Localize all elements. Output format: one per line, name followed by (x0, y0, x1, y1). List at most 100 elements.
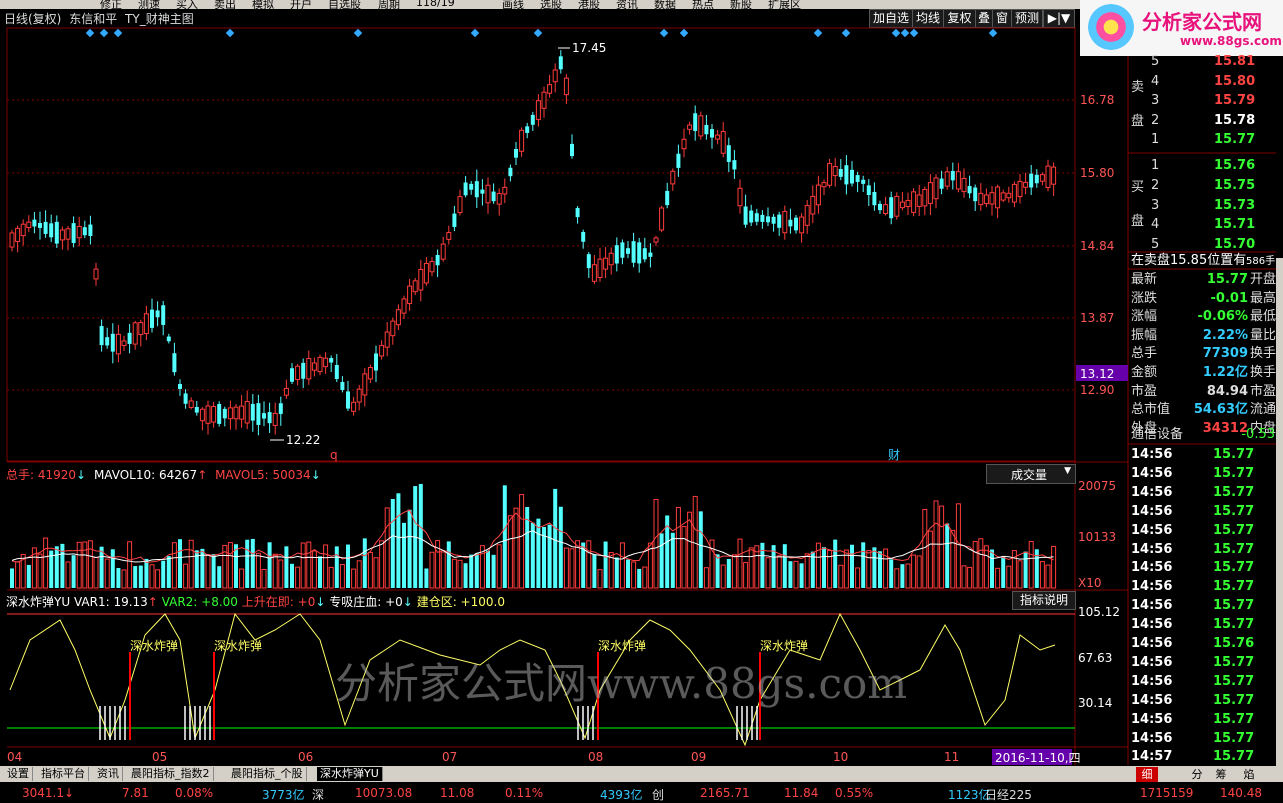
candle-up (283, 387, 289, 396)
quote-right-label: 市盈 (1250, 383, 1277, 399)
volume-tick: 10133 (1078, 530, 1116, 544)
candle-up (205, 405, 211, 424)
volume-bar-up (675, 506, 681, 589)
tick-price: 15.77 (1213, 579, 1255, 595)
indicator-name[interactable]: 深水炸弹YU (6, 595, 70, 609)
volume-bars (10, 483, 1057, 589)
bottom-tab[interactable]: 指标平台 (38, 767, 89, 781)
bottom-tab[interactable]: 晨阳指标_个股 (228, 767, 307, 781)
volume-bar-up (563, 547, 569, 589)
volume-bar-up (339, 564, 345, 589)
volume-bar-down (166, 556, 171, 588)
volume-bar-down (788, 561, 793, 588)
volume-bar-down (346, 544, 350, 588)
candle-down (838, 169, 843, 177)
candle-down (217, 404, 222, 424)
quote-right-label: 换手 (1250, 365, 1277, 380)
candle-up (199, 408, 205, 422)
side-tab[interactable]: 焰 (1238, 767, 1260, 782)
mavol5-value: 50034 (272, 468, 311, 482)
status-item: 140.48 (1220, 786, 1262, 800)
sell-price: 15.77 (1214, 132, 1256, 147)
volume-bar-up (653, 499, 659, 589)
candle-up (815, 184, 821, 206)
candle-up (989, 192, 995, 205)
candle-down (267, 412, 272, 424)
candle-down (855, 175, 860, 182)
volume-bar-down (318, 556, 322, 588)
candle-down (99, 326, 104, 346)
candle-down (620, 242, 625, 258)
volume-bar-up (76, 541, 82, 589)
volume-bar-down (161, 560, 166, 588)
volume-bar-up (961, 565, 967, 589)
volume-bar-down (547, 524, 552, 588)
signal-diamond (900, 28, 910, 38)
candle-up (9, 232, 15, 248)
candle-up (26, 221, 32, 229)
candle-down (256, 403, 261, 425)
volume-bar-up (205, 554, 211, 589)
candle-up (496, 192, 502, 205)
bottom-tab[interactable]: 设置 (4, 767, 33, 781)
price-tick: 15.80 (1080, 166, 1114, 180)
volume-bar-up (227, 542, 233, 589)
buy-price: 15.75 (1214, 177, 1256, 193)
candle-up (1045, 165, 1051, 188)
volume-bar-up (239, 568, 245, 589)
volume-bar-down (26, 564, 31, 588)
low-label: 12.22 (286, 433, 320, 447)
volume-tick: 20075 (1078, 479, 1116, 493)
candle-down (43, 221, 48, 234)
candle-down (166, 336, 171, 342)
sell-level: 2 (1151, 112, 1160, 128)
volume-bar-down (850, 544, 854, 588)
volume-bar-down (782, 544, 787, 588)
volume-bar-down (889, 559, 894, 588)
volume-bar-up (272, 553, 278, 589)
volume-bar-down (592, 554, 597, 588)
candle-down (732, 160, 737, 170)
candle-up (384, 331, 390, 348)
candle-up (233, 406, 239, 420)
volume-bar-down (491, 554, 496, 588)
site-logo: 分析家公式网 www.88gs.com (1080, 0, 1283, 56)
candle-up (944, 171, 950, 187)
candle-down (469, 183, 474, 190)
indicator-header: 深水炸弹YU VAR1: 19.13↑ VAR2: +8.00 上升在即: +0… (6, 593, 505, 610)
status-item: 4393亿 (600, 788, 643, 802)
volume-bar-up (82, 541, 88, 589)
tick-time: 14:56 (1131, 522, 1173, 538)
quote-value: 1.22亿 (1202, 365, 1248, 380)
high-label: 17.45 (572, 41, 606, 55)
candle-up (698, 115, 704, 137)
volume-dropdown[interactable]: 成交量 ▼ (986, 464, 1076, 484)
candle-down (54, 221, 59, 244)
volume-bar-up (306, 541, 312, 589)
candle-up (899, 201, 905, 209)
candle-up (541, 91, 547, 109)
volume-bar-up (972, 540, 978, 589)
volume-bar-down (558, 506, 563, 588)
tick-time: 14:56 (1131, 673, 1173, 689)
quote-value: 84.94 (1206, 383, 1248, 399)
indicator-help-button[interactable]: 指标说明 (1012, 591, 1076, 610)
event-mark-q: q (330, 448, 338, 462)
candle-down (262, 413, 266, 419)
quote-scrollbar[interactable] (1276, 258, 1283, 768)
signal-diamond (909, 28, 919, 38)
candle-up (547, 84, 553, 94)
bottom-tab[interactable]: 深水炸弹YU (317, 767, 383, 781)
candle-up (356, 388, 362, 403)
volume-bar-down (872, 547, 877, 588)
bottom-tab[interactable]: 晨阳指标_指数2 (128, 767, 214, 781)
candle-up (390, 320, 396, 337)
bottom-tab[interactable]: 资讯 (94, 767, 123, 781)
candle-down (743, 206, 748, 225)
side-tab[interactable]: 筹 (1210, 767, 1232, 782)
side-tab[interactable]: 细 (1136, 767, 1158, 782)
volume-bar-up (323, 544, 329, 589)
volume-bar-up (513, 507, 519, 589)
buy-level: 2 (1151, 177, 1160, 193)
side-tab[interactable]: 分 (1186, 767, 1208, 782)
